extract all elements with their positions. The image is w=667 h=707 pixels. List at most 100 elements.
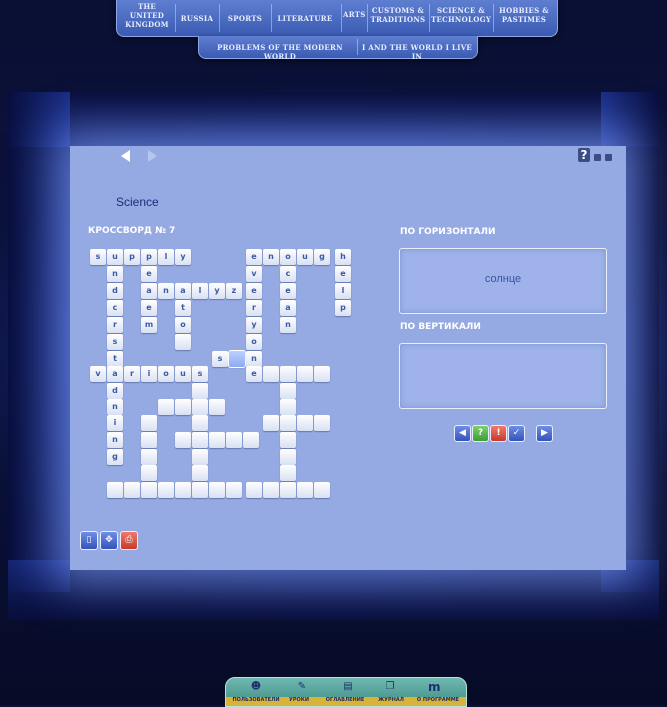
crossword-cell[interactable]: [314, 366, 330, 382]
crossword-cell[interactable]: l: [192, 283, 208, 299]
crossword-cell[interactable]: i: [107, 415, 123, 431]
crossword-cell[interactable]: c: [107, 300, 123, 316]
crossword-cell[interactable]: n: [107, 266, 123, 282]
crossword-cell[interactable]: [141, 482, 157, 498]
crossword-cell[interactable]: [209, 399, 225, 415]
menu-users[interactable]: ПОЛЬЗОВАТЕЛИ: [230, 697, 282, 703]
print-icon[interactable]: ⎙: [120, 531, 138, 550]
crossword-cell[interactable]: [314, 482, 330, 498]
crossword-cell[interactable]: [280, 482, 296, 498]
crossword-cell[interactable]: r: [246, 300, 262, 316]
crossword-cell[interactable]: g: [107, 449, 123, 465]
crossword-cell[interactable]: [297, 366, 313, 382]
crossword-cell[interactable]: [141, 449, 157, 465]
crossword-cell[interactable]: v: [90, 366, 106, 382]
crossword-cell[interactable]: [226, 482, 242, 498]
crossword-cell[interactable]: [297, 482, 313, 498]
close-icon[interactable]: [605, 154, 612, 161]
crossword-cell[interactable]: s: [212, 351, 228, 367]
crossword-cell[interactable]: n: [107, 432, 123, 448]
crossword-cell[interactable]: e: [141, 300, 157, 316]
crossword-cell[interactable]: a: [107, 366, 123, 382]
crossword-cell[interactable]: r: [124, 366, 140, 382]
crossword-cell[interactable]: a: [175, 283, 191, 299]
menu-journal[interactable]: ЖУРНАЛ: [372, 697, 410, 703]
forward-arrow-icon[interactable]: [148, 150, 157, 162]
back-arrow-icon[interactable]: [121, 150, 130, 162]
crossword-cell[interactable]: [314, 415, 330, 431]
crossword-cell[interactable]: u: [297, 249, 313, 265]
crossword-cell[interactable]: [141, 432, 157, 448]
crossword-cell[interactable]: a: [280, 300, 296, 316]
crossword-cell[interactable]: [243, 432, 259, 448]
crossword-cell[interactable]: s: [192, 366, 208, 382]
menu-about[interactable]: О ПРОГРАММЕ: [412, 697, 464, 703]
crossword-cell[interactable]: t: [175, 300, 191, 316]
crossword-cell[interactable]: [158, 482, 174, 498]
crossword-cell[interactable]: l: [158, 249, 174, 265]
move-icon[interactable]: ✥: [100, 531, 118, 550]
crossword-cell[interactable]: n: [280, 317, 296, 333]
crossword-cell[interactable]: [175, 432, 191, 448]
crossword-cell[interactable]: e: [280, 283, 296, 299]
document-icon[interactable]: ▯: [80, 531, 98, 550]
crossword-cell[interactable]: y: [175, 249, 191, 265]
hint-icon[interactable]: ?: [472, 425, 489, 442]
crossword-cell[interactable]: [280, 432, 296, 448]
crossword-cell[interactable]: n: [263, 249, 279, 265]
nav-i-and-the-world[interactable]: I AND THE WORLD I LIVE IN: [359, 43, 475, 61]
crossword-cell-active[interactable]: [228, 350, 246, 368]
crossword-cell[interactable]: [263, 482, 279, 498]
crossword-cell[interactable]: e: [246, 366, 262, 382]
crossword-cell[interactable]: [280, 399, 296, 415]
crossword-cell[interactable]: [246, 482, 262, 498]
crossword-cell[interactable]: a: [141, 283, 157, 299]
nav-arts[interactable]: ARTS: [343, 10, 365, 19]
crossword-cell[interactable]: p: [335, 300, 351, 316]
check-icon[interactable]: ✓: [508, 425, 525, 442]
crossword-cell[interactable]: u: [107, 249, 123, 265]
crossword-cell[interactable]: [263, 415, 279, 431]
crossword-cell[interactable]: [175, 399, 191, 415]
crossword-cell[interactable]: [192, 383, 208, 399]
crossword-cell[interactable]: [192, 399, 208, 415]
nav-hobbies-pastimes[interactable]: HOBBIES & PASTIMES: [495, 6, 553, 24]
crossword-cell[interactable]: o: [175, 317, 191, 333]
users-icon[interactable]: ☻: [250, 681, 262, 693]
crossword-cell[interactable]: [141, 465, 157, 481]
crossword-cell[interactable]: [280, 449, 296, 465]
minimize-icon[interactable]: [594, 154, 601, 161]
nav-sports[interactable]: SPORTS: [221, 14, 269, 23]
crossword-cell[interactable]: z: [226, 283, 242, 299]
crossword-cell[interactable]: n: [107, 399, 123, 415]
crossword-cell[interactable]: e: [335, 266, 351, 282]
about-logo-icon[interactable]: m: [428, 681, 441, 693]
crossword-cell[interactable]: y: [246, 317, 262, 333]
crossword-cell[interactable]: [280, 465, 296, 481]
crossword-cell[interactable]: [209, 432, 225, 448]
crossword-cell[interactable]: r: [107, 317, 123, 333]
crossword-cell[interactable]: o: [246, 334, 262, 350]
crossword-cell[interactable]: e: [141, 266, 157, 282]
crossword-cell[interactable]: g: [314, 249, 330, 265]
crossword-cell[interactable]: t: [107, 351, 123, 367]
journal-icon[interactable]: ❐: [384, 681, 396, 693]
crossword-cell[interactable]: p: [141, 249, 157, 265]
next-icon[interactable]: ▶: [536, 425, 553, 442]
crossword-cell[interactable]: s: [107, 334, 123, 350]
crossword-cell[interactable]: c: [280, 266, 296, 282]
crossword-cell[interactable]: [280, 383, 296, 399]
crossword-cell[interactable]: p: [124, 249, 140, 265]
nav-science-technology[interactable]: SCIENCE & TECHNOLOGY: [431, 6, 491, 24]
crossword-cell[interactable]: o: [280, 249, 296, 265]
crossword-cell[interactable]: d: [107, 283, 123, 299]
crossword-cell[interactable]: [192, 415, 208, 431]
crossword-cell[interactable]: m: [141, 317, 157, 333]
crossword-cell[interactable]: e: [246, 283, 262, 299]
crossword-cell[interactable]: s: [90, 249, 106, 265]
crossword-cell[interactable]: [226, 432, 242, 448]
crossword-cell[interactable]: [280, 366, 296, 382]
crossword-cell[interactable]: [192, 432, 208, 448]
crossword-cell[interactable]: [192, 482, 208, 498]
nav-russia[interactable]: RUSSIA: [177, 14, 217, 23]
